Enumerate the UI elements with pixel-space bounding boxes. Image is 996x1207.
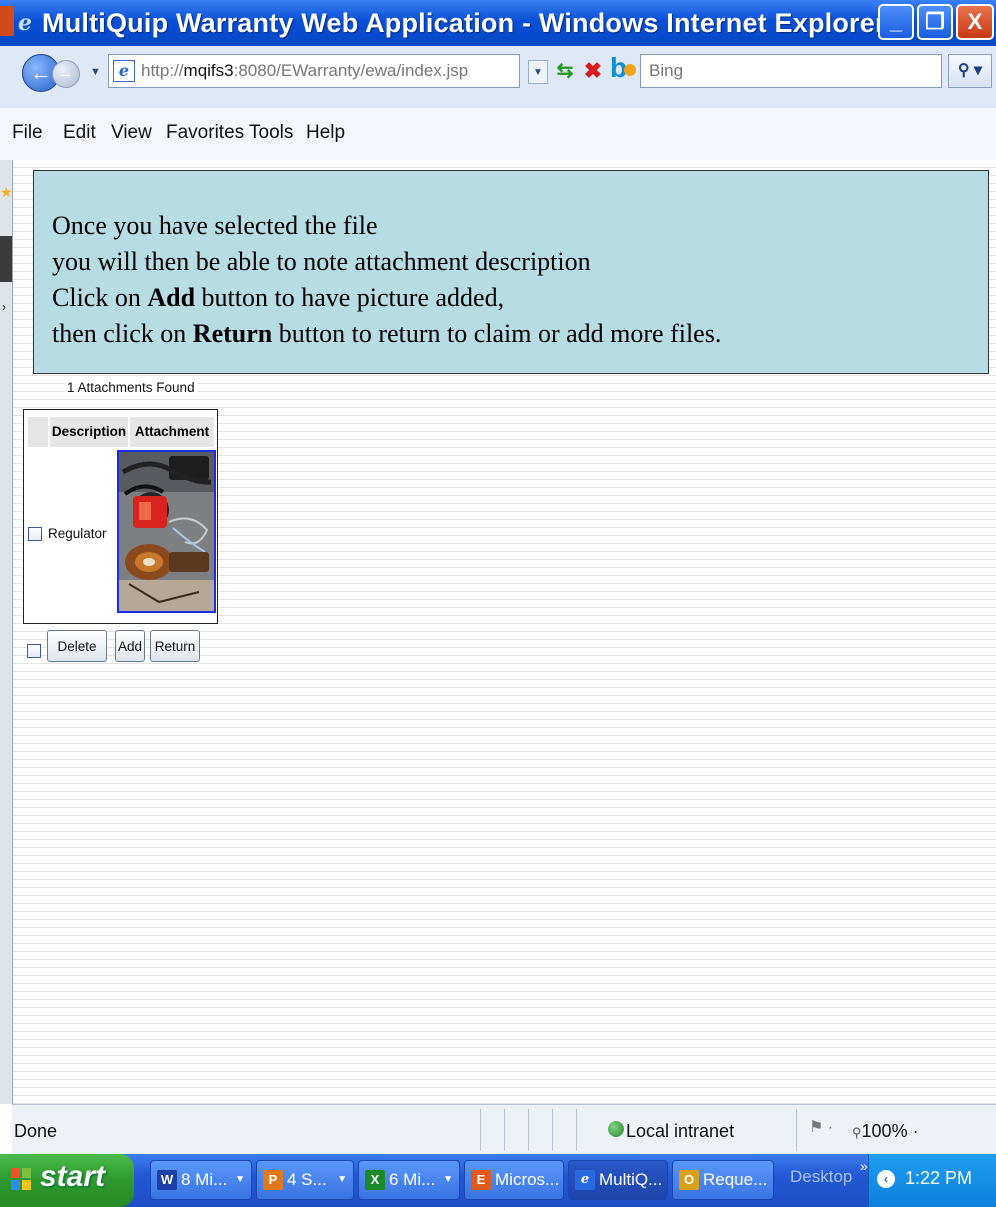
protected-mode-icon[interactable]: ⚑ · bbox=[809, 1117, 833, 1137]
menu-tools[interactable]: Tools bbox=[249, 122, 293, 144]
menu-help[interactable]: Help bbox=[306, 122, 345, 144]
maximize-button[interactable]: ❐ bbox=[917, 4, 953, 40]
search-input[interactable]: Bing bbox=[640, 54, 942, 88]
status-text: Done bbox=[14, 1121, 58, 1141]
tray-arrow-icon[interactable]: ‹ bbox=[877, 1170, 895, 1188]
window-title: MultiQuip Warranty Web Application - Win… bbox=[42, 8, 886, 38]
page-content: Once you have selected the file you will… bbox=[13, 160, 996, 1104]
word-icon: W bbox=[157, 1170, 177, 1190]
globe-icon bbox=[608, 1121, 624, 1137]
outlook-icon: E bbox=[471, 1170, 491, 1190]
ie-icon: e bbox=[18, 10, 32, 36]
instruction-callout: Once you have selected the file you will… bbox=[33, 170, 989, 374]
start-label: start bbox=[40, 1160, 106, 1193]
taskbar-item-multiquip[interactable]: e MultiQ... bbox=[568, 1160, 668, 1200]
minimize-button[interactable]: _ bbox=[878, 4, 914, 40]
page-icon: e bbox=[113, 60, 135, 82]
taskbar-item-excel[interactable]: X 6 Mi... ▼ bbox=[358, 1160, 460, 1200]
select-column-header bbox=[28, 417, 48, 447]
excel-icon: X bbox=[365, 1170, 385, 1190]
chevron-right-icon[interactable]: › bbox=[2, 300, 6, 314]
status-divider bbox=[796, 1109, 797, 1151]
search-placeholder: Bing bbox=[649, 61, 684, 80]
windows-taskbar: start W 8 Mi... ▼ P 4 S... ▼ X 6 Mi... ▼… bbox=[0, 1154, 996, 1207]
menu-edit[interactable]: Edit bbox=[63, 122, 96, 144]
select-all-checkbox[interactable] bbox=[27, 644, 41, 658]
close-button[interactable]: X bbox=[956, 4, 994, 40]
callout-line-4: then click on Return button to return to… bbox=[52, 319, 722, 348]
zoom-level[interactable]: ⚲100% · bbox=[852, 1121, 919, 1142]
status-divider bbox=[528, 1109, 529, 1151]
task-label: Micros... bbox=[495, 1170, 560, 1189]
taskbar-item-request[interactable]: O Reque... bbox=[672, 1160, 774, 1200]
chevron-down-icon: ▼ bbox=[235, 1174, 245, 1185]
taskbar-item-word[interactable]: W 8 Mi... ▼ bbox=[150, 1160, 252, 1200]
search-button[interactable]: ⚲ ▾ bbox=[948, 54, 992, 88]
address-dropdown-icon[interactable]: ▼ bbox=[528, 60, 548, 84]
security-zone: Local intranet bbox=[626, 1121, 735, 1141]
chevron-double-right-icon[interactable]: » bbox=[860, 1158, 868, 1174]
task-label: Reque... bbox=[703, 1170, 768, 1189]
delete-button[interactable]: Delete bbox=[47, 630, 107, 662]
regulator-photo-icon bbox=[119, 452, 214, 611]
menu-view[interactable]: View bbox=[111, 122, 152, 144]
taskbar-item-microsoft[interactable]: E Micros... bbox=[464, 1160, 564, 1200]
powerpoint-icon: P bbox=[263, 1170, 283, 1190]
status-divider bbox=[552, 1109, 553, 1151]
request-app-icon: O bbox=[679, 1170, 699, 1190]
bing-logo-dot bbox=[624, 64, 636, 76]
callout-line-2: you will then be able to note attachment… bbox=[52, 247, 591, 276]
task-label: 8 Mi... bbox=[181, 1170, 228, 1189]
column-header-description: Description bbox=[50, 417, 128, 447]
status-bar: Done Local intranet ⚑ · ⚲100% · bbox=[12, 1104, 996, 1155]
desktop-toolbar[interactable]: Desktop bbox=[790, 1167, 852, 1187]
clock[interactable]: 1:22 PM bbox=[905, 1168, 972, 1189]
menu-file[interactable]: File bbox=[12, 122, 43, 144]
address-input[interactable]: http://mqifs3:8080/EWarranty/ewa/index.j… bbox=[141, 61, 468, 81]
add-button[interactable]: Add bbox=[115, 630, 145, 662]
task-label: 6 Mi... bbox=[389, 1170, 436, 1189]
callout-line-1: Once you have selected the file bbox=[52, 211, 378, 240]
windows-logo-icon bbox=[11, 1168, 31, 1190]
callout-line-3: Click on Add button to have picture adde… bbox=[52, 283, 505, 312]
menu-bar: File Edit View Favorites Tools Help bbox=[0, 108, 996, 161]
left-frame-strip: ★ › bbox=[0, 160, 13, 1104]
start-button[interactable]: start bbox=[0, 1154, 134, 1207]
row-select-checkbox[interactable] bbox=[28, 527, 42, 541]
status-divider bbox=[504, 1109, 505, 1151]
attachment-actions: Delete Add Return bbox=[23, 630, 323, 664]
favorites-star-icon[interactable]: ★ bbox=[0, 184, 13, 201]
attachment-thumbnail[interactable] bbox=[117, 450, 216, 613]
address-bar[interactable]: e http://mqifs3:8080/EWarranty/ewa/index… bbox=[108, 54, 520, 88]
navigation-toolbar: ← → ▼ e http://mqifs3:8080/EWarranty/ewa… bbox=[0, 46, 996, 109]
system-tray: ‹ 1:22 PM bbox=[868, 1154, 996, 1207]
attachments-table: Description Attachment Regulator bbox=[23, 409, 218, 624]
attachments-count: 1 Attachments Found bbox=[65, 380, 197, 395]
row-description: Regulator bbox=[48, 526, 107, 541]
app-icon bbox=[0, 6, 14, 36]
chevron-down-icon: ▼ bbox=[443, 1174, 453, 1185]
return-button[interactable]: Return bbox=[150, 630, 200, 662]
refresh-icon[interactable]: ⇆ bbox=[552, 58, 578, 84]
task-label: 4 S... bbox=[287, 1170, 327, 1189]
frame-thumbnail bbox=[0, 236, 12, 282]
ie-icon: e bbox=[575, 1170, 595, 1190]
forward-button[interactable]: → bbox=[52, 60, 80, 88]
window-titlebar[interactable]: e MultiQuip Warranty Web Application - W… bbox=[0, 0, 996, 46]
chevron-down-icon: ▼ bbox=[337, 1174, 347, 1185]
task-label: MultiQ... bbox=[599, 1170, 663, 1189]
menu-favorites[interactable]: Favorites bbox=[166, 122, 244, 144]
taskbar-item-powerpoint[interactable]: P 4 S... ▼ bbox=[256, 1160, 354, 1200]
column-header-attachment: Attachment bbox=[130, 417, 214, 447]
stop-icon[interactable]: ✖ bbox=[580, 58, 606, 84]
history-dropdown-icon[interactable]: ▼ bbox=[90, 66, 101, 78]
status-divider bbox=[480, 1109, 481, 1151]
status-divider bbox=[576, 1109, 577, 1151]
